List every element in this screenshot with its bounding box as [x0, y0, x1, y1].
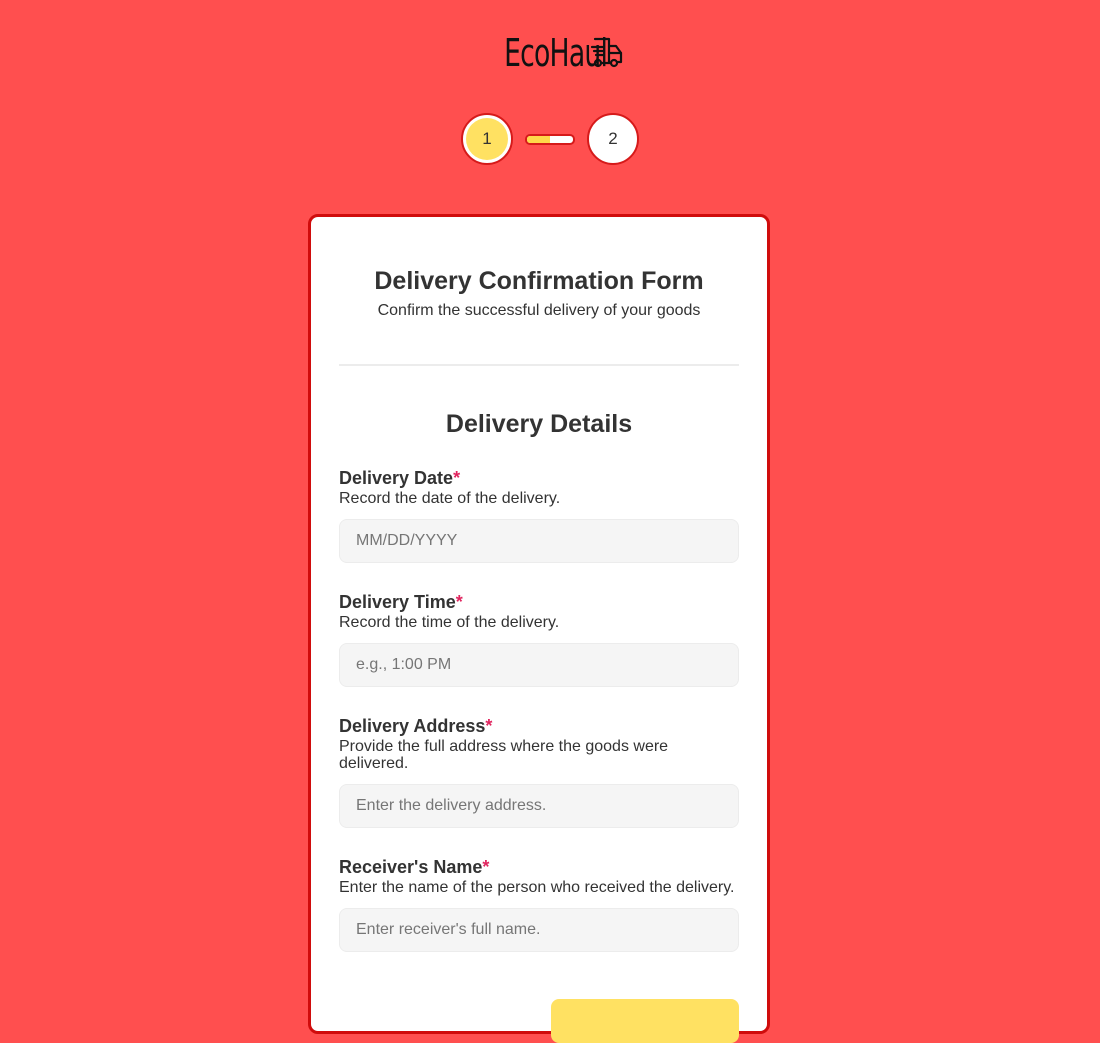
step-1[interactable]: 1	[461, 113, 513, 165]
delivery-date-help: Record the date of the delivery.	[339, 490, 561, 507]
divider	[339, 364, 739, 366]
next-button[interactable]	[551, 999, 739, 1043]
progress-stepper: 1 2	[0, 113, 1100, 165]
required-marker: *	[455, 592, 463, 612]
step-2-label: 2	[608, 129, 618, 148]
delivery-date-input[interactable]	[339, 519, 739, 563]
delivery-time-help: Record the time of the delivery.	[339, 614, 560, 631]
delivery-address-input[interactable]	[339, 784, 739, 828]
receiver-name-help: Enter the name of the person who receive…	[339, 879, 735, 896]
required-marker: *	[482, 857, 490, 877]
required-marker: *	[453, 468, 461, 488]
receiver-name-label: Receiver's Name	[339, 857, 483, 877]
receiver-name-field: Receiver's Name* Enter the name of the p…	[339, 856, 739, 952]
delivery-address-label: Delivery Address	[339, 716, 486, 736]
required-marker: *	[485, 716, 493, 736]
step-2[interactable]: 2	[587, 113, 639, 165]
form-card: Delivery Confirmation Form Confirm the s…	[308, 214, 770, 1043]
brand-name: EcoHaul	[503, 31, 608, 75]
delivery-address-help: Provide the full address where the goods…	[339, 738, 669, 772]
step-progress-bar	[525, 133, 575, 145]
delivery-date-field: Delivery Date* Record the date of the de…	[339, 467, 739, 563]
form-subtitle: Confirm the successful delivery of your …	[377, 302, 701, 319]
delivery-time-input[interactable]	[339, 643, 739, 687]
section-title: Delivery Details	[445, 410, 633, 438]
delivery-date-label: Delivery Date	[339, 468, 454, 488]
step-progress-fill	[527, 135, 550, 143]
receiver-name-input[interactable]	[339, 908, 739, 952]
step-1-label: 1	[482, 129, 492, 148]
brand-logo: EcoHaul	[0, 30, 1100, 76]
delivery-time-label: Delivery Time	[339, 592, 456, 612]
form-title: Delivery Confirmation Form	[374, 267, 704, 295]
delivery-address-field: Delivery Address* Provide the full addre…	[339, 715, 739, 828]
delivery-time-field: Delivery Time* Record the time of the de…	[339, 591, 739, 687]
